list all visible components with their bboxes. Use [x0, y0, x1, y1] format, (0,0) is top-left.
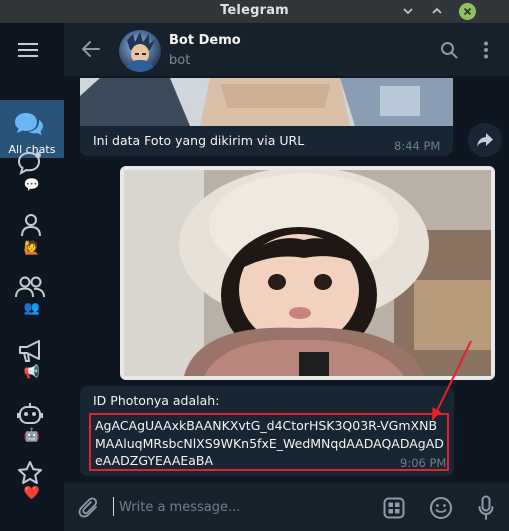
window-titlebar: Telegram: [0, 0, 509, 23]
photo-image: [80, 78, 453, 126]
microphone-icon[interactable]: [478, 495, 494, 521]
chat-title: Bot Demo: [169, 33, 241, 48]
chat-bubbles-icon: [15, 113, 43, 135]
search-icon[interactable]: [440, 41, 458, 59]
maximize-icon[interactable]: [429, 3, 445, 19]
emoji-speech-balloon: 💬: [23, 178, 41, 193]
photo-image: [124, 170, 491, 376]
emoji-loudspeaker: 📢: [23, 365, 41, 380]
close-window-button[interactable]: [459, 3, 476, 20]
forward-button[interactable]: [468, 123, 502, 157]
minimize-icon[interactable]: [400, 3, 416, 19]
folder-personal[interactable]: 🙋: [0, 211, 64, 263]
message-list: Ini data Foto yang dikirim via URL 8:44 …: [64, 78, 509, 482]
message-photo-partial[interactable]: [80, 78, 453, 126]
message-input[interactable]: Write a message...: [119, 500, 240, 515]
robot-icon: [17, 403, 43, 424]
avatar[interactable]: [119, 30, 161, 72]
attach-icon[interactable]: [78, 496, 100, 520]
chat-header: Bot Demo bot: [64, 23, 509, 77]
emoji-people: 👥: [23, 301, 41, 316]
menu-icon[interactable]: [18, 43, 38, 57]
message-caption: Ini data Foto yang dikirim via URL: [93, 133, 305, 148]
avatar-image: [125, 32, 155, 72]
bot-commands-icon[interactable]: [383, 497, 405, 519]
folder-favorites[interactable]: ❤️: [0, 460, 64, 512]
message-photo-sticker[interactable]: [120, 166, 495, 380]
message-photo-url[interactable]: Ini data Foto yang dikirim via URL 8:44 …: [80, 78, 453, 156]
emoji-heart: ❤️: [23, 486, 41, 501]
message-time: 9:06 PM: [400, 456, 447, 470]
message-label: ID Photonya adalah:: [93, 393, 220, 408]
share-icon: [477, 133, 493, 147]
star-icon: [18, 461, 42, 484]
chat-bubble-outline-icon: [17, 151, 41, 175]
folder-bots[interactable]: 🤖: [0, 400, 64, 452]
back-arrow-icon[interactable]: [81, 40, 101, 58]
chat-status: bot: [169, 53, 191, 68]
message-photo-id[interactable]: ID Photonya adalah: AgACAgUAAxkBAANKXvtG…: [80, 386, 454, 476]
emoji-icon[interactable]: [429, 496, 453, 520]
photo-id-text[interactable]: AgACAgUAAxkBAANKXvtG_d4CtorHSK3Q03R-VGmX…: [95, 417, 447, 470]
folder-channels[interactable]: 📢: [0, 337, 64, 389]
megaphone-icon: [19, 340, 40, 362]
text-caret: [113, 497, 114, 516]
emoji-robot: 🤖: [23, 428, 41, 443]
more-vertical-icon[interactable]: [483, 41, 489, 59]
folder-unread[interactable]: 💬: [0, 148, 64, 200]
folder-groups[interactable]: 👥: [0, 273, 64, 325]
girl-photo[interactable]: [124, 170, 491, 376]
close-icon: [463, 7, 472, 16]
folder-sidebar: All chats 💬 🙋 👥 📢 🤖 ❤️: [0, 23, 64, 531]
message-composer: Write a message...: [64, 482, 509, 531]
emoji-raising-hand: 🙋: [23, 241, 41, 256]
message-time: 8:44 PM: [394, 139, 441, 153]
photo-id-highlight-box: AgACAgUAAxkBAANKXvtG_d4CtorHSK3Q03R-VGmX…: [89, 413, 449, 471]
person-icon: [21, 214, 41, 237]
people-icon: [15, 276, 45, 298]
